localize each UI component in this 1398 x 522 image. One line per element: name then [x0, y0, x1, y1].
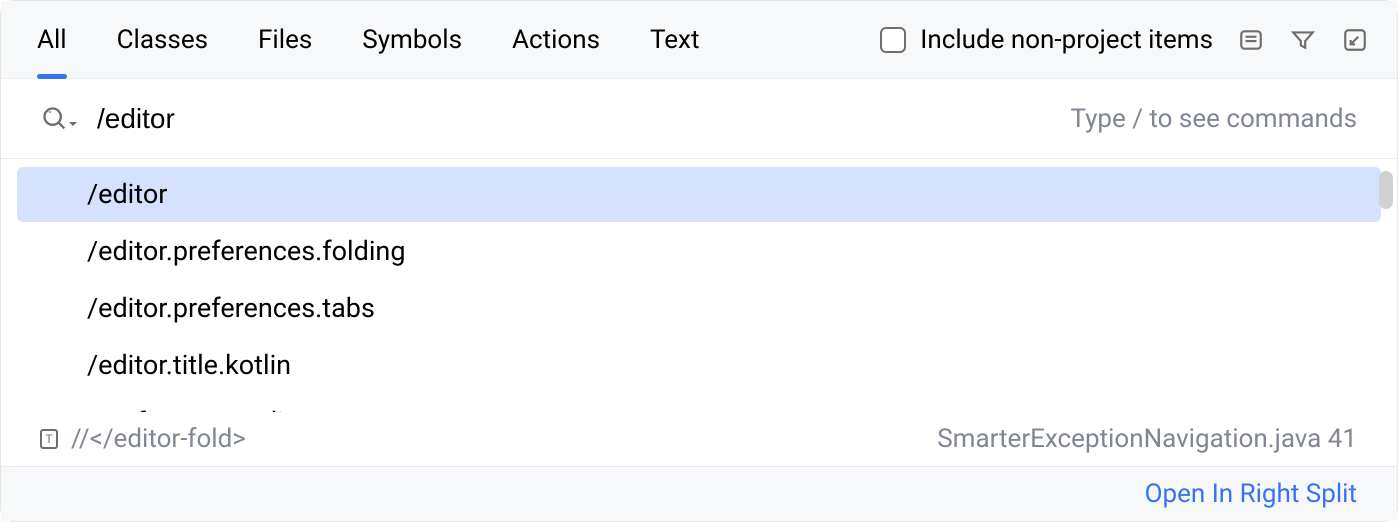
pin-popup-icon[interactable]: [1341, 26, 1369, 54]
open-in-right-split-link[interactable]: Open In Right Split: [1145, 479, 1357, 509]
list-item[interactable]: /preferences.editor: [17, 395, 1381, 412]
right-controls: Include non-project items: [880, 25, 1369, 55]
search-input[interactable]: [97, 103, 1070, 135]
preview-toggle-icon[interactable]: [1237, 26, 1265, 54]
preview-location: SmarterExceptionNavigation.java 41: [937, 424, 1357, 454]
results-wrap: /editor/editor.preferences.folding/edito…: [1, 159, 1397, 412]
scrollbar-thumb[interactable]: [1379, 171, 1393, 209]
search-everywhere-popup: All Classes Files Symbols Actions Text Includ…: [1, 1, 1397, 521]
tabs: All Classes Files Symbols Actions Text: [37, 1, 880, 79]
preview-row: T //</editor-fold> SmarterExceptionNavig…: [1, 412, 1397, 466]
checkbox-icon: [880, 27, 906, 53]
list-item[interactable]: /editor.preferences.tabs: [17, 281, 1381, 336]
filter-icon[interactable]: [1289, 26, 1317, 54]
list-item[interactable]: /editor.title.kotlin: [17, 338, 1381, 393]
list-item[interactable]: /editor.preferences.folding: [17, 224, 1381, 279]
tab-files[interactable]: Files: [258, 1, 312, 79]
tabs-bar: All Classes Files Symbols Actions Text Includ…: [1, 1, 1397, 79]
footer: Open In Right Split: [1, 466, 1397, 521]
list-item[interactable]: /editor: [17, 167, 1381, 222]
tab-text[interactable]: Text: [650, 1, 699, 79]
tab-classes[interactable]: Classes: [117, 1, 208, 79]
preview-text: //</editor-fold>: [71, 424, 927, 454]
svg-text:T: T: [45, 432, 53, 446]
include-nonproject-checkbox[interactable]: Include non-project items: [880, 25, 1213, 55]
tab-all[interactable]: All: [37, 1, 67, 79]
search-row: Type / to see commands: [1, 79, 1397, 159]
search-hint: Type / to see commands: [1070, 104, 1357, 134]
tab-actions[interactable]: Actions: [512, 1, 600, 79]
checkbox-label: Include non-project items: [920, 25, 1213, 55]
text-file-icon: T: [37, 427, 61, 451]
search-icon[interactable]: [41, 105, 79, 133]
results-list: /editor/editor.preferences.folding/edito…: [1, 159, 1397, 412]
tab-symbols[interactable]: Symbols: [362, 1, 462, 79]
